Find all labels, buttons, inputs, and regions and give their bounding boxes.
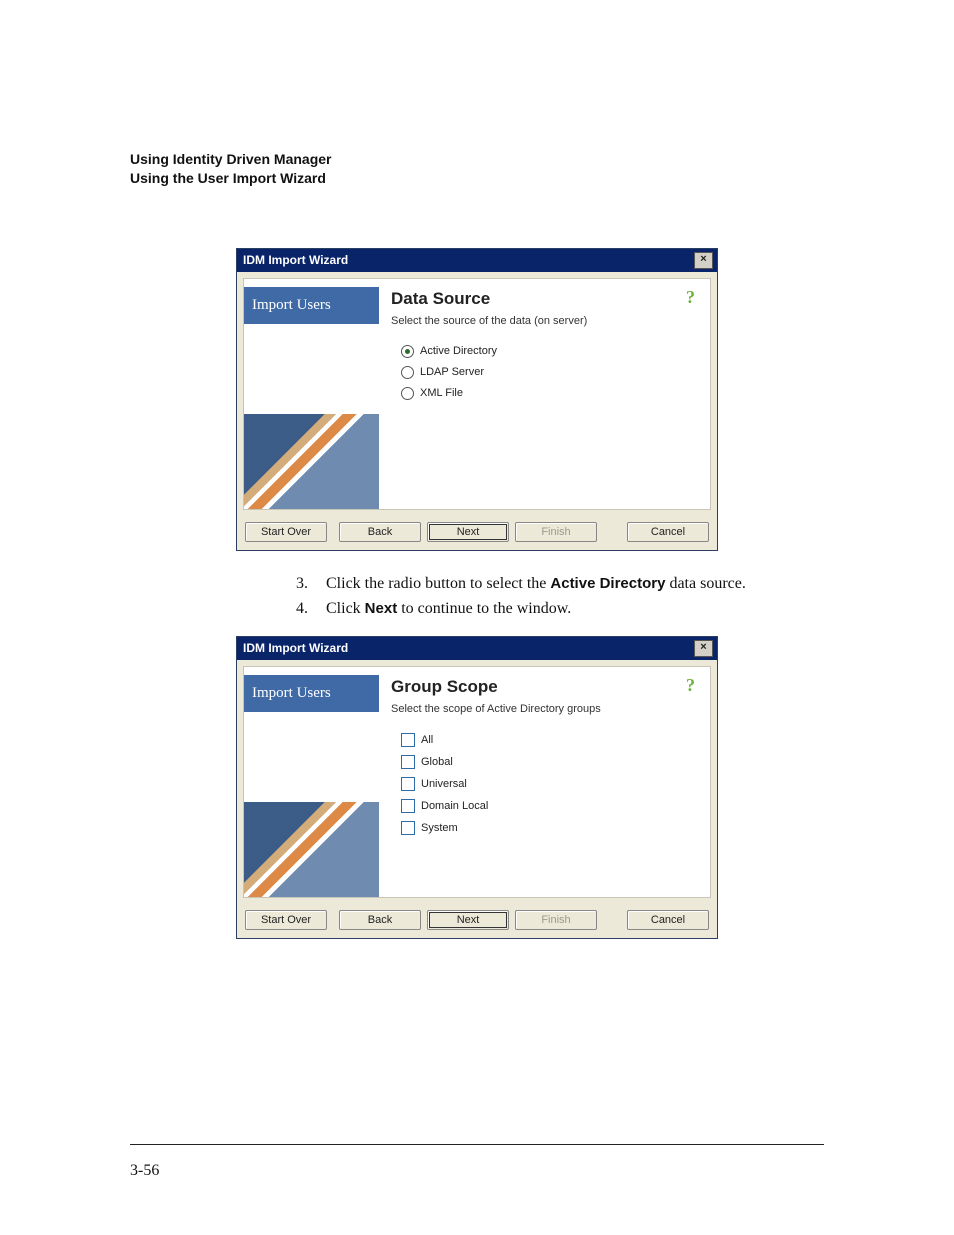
page-number: 3-56 (130, 1162, 159, 1180)
dialog-titlebar: IDM Import Wizard × (237, 637, 717, 660)
decorative-image (244, 414, 379, 509)
dialog-data-source: IDM Import Wizard × Import Users ? Data … (236, 248, 718, 551)
radio-icon (401, 345, 414, 358)
step-4: 4. Click Next to continue to the window. (282, 596, 824, 622)
help-icon[interactable]: ? (686, 287, 704, 305)
start-over-button[interactable]: Start Over (245, 522, 327, 542)
radio-label: LDAP Server (420, 366, 484, 378)
dialog-left-panel: Import Users (244, 279, 379, 509)
left-panel-label: Import Users (244, 287, 379, 324)
help-icon[interactable]: ? (686, 675, 704, 693)
check-global[interactable]: Global (401, 751, 700, 773)
dialog-group-scope: IDM Import Wizard × Import Users ? Group… (236, 636, 718, 939)
footer-rule (130, 1144, 824, 1145)
header-line-1: Using Identity Driven Manager (130, 150, 824, 169)
next-button[interactable]: Next (427, 522, 509, 542)
start-over-button[interactable]: Start Over (245, 910, 327, 930)
dialog-title-text: IDM Import Wizard (243, 253, 348, 267)
cancel-button[interactable]: Cancel (627, 910, 709, 930)
checkbox-icon (401, 733, 415, 747)
back-button[interactable]: Back (339, 910, 421, 930)
radio-label: XML File (420, 387, 463, 399)
dialog-title-text: IDM Import Wizard (243, 641, 348, 655)
close-icon[interactable]: × (694, 252, 713, 269)
check-label: System (421, 822, 458, 834)
check-universal[interactable]: Universal (401, 773, 700, 795)
dialog-subtext: Select the source of the data (on server… (391, 315, 700, 327)
check-label: Global (421, 756, 453, 768)
check-label: Universal (421, 778, 467, 790)
radio-ldap-server[interactable]: LDAP Server (401, 362, 700, 383)
radio-icon (401, 387, 414, 400)
dialog-button-bar: Start Over Back Next Finish Cancel (237, 516, 717, 550)
step-3: 3. Click the radio button to select the … (282, 571, 824, 597)
left-panel-label: Import Users (244, 675, 379, 712)
next-button[interactable]: Next (427, 910, 509, 930)
check-all[interactable]: All (401, 729, 700, 751)
dialog-button-bar: Start Over Back Next Finish Cancel (237, 904, 717, 938)
check-system[interactable]: System (401, 817, 700, 839)
check-label: All (421, 734, 433, 746)
checkbox-icon (401, 799, 415, 813)
dialog-heading: Data Source (391, 289, 700, 309)
checkbox-icon (401, 777, 415, 791)
dialog-subtext: Select the scope of Active Directory gro… (391, 703, 700, 715)
dialog-titlebar: IDM Import Wizard × (237, 249, 717, 272)
finish-button[interactable]: Finish (515, 910, 597, 930)
radio-label: Active Directory (420, 345, 497, 357)
checkbox-icon (401, 755, 415, 769)
back-button[interactable]: Back (339, 522, 421, 542)
close-icon[interactable]: × (694, 640, 713, 657)
header-line-2: Using the User Import Wizard (130, 169, 824, 188)
finish-button[interactable]: Finish (515, 522, 597, 542)
dialog-left-panel: Import Users (244, 667, 379, 897)
radio-active-directory[interactable]: Active Directory (401, 341, 700, 362)
instruction-steps: 3. Click the radio button to select the … (282, 571, 824, 622)
check-domain-local[interactable]: Domain Local (401, 795, 700, 817)
dialog-heading: Group Scope (391, 677, 700, 697)
decorative-image (244, 802, 379, 897)
check-label: Domain Local (421, 800, 488, 812)
cancel-button[interactable]: Cancel (627, 522, 709, 542)
checkbox-icon (401, 821, 415, 835)
radio-xml-file[interactable]: XML File (401, 383, 700, 404)
radio-icon (401, 366, 414, 379)
page-header: Using Identity Driven Manager Using the … (130, 150, 824, 188)
